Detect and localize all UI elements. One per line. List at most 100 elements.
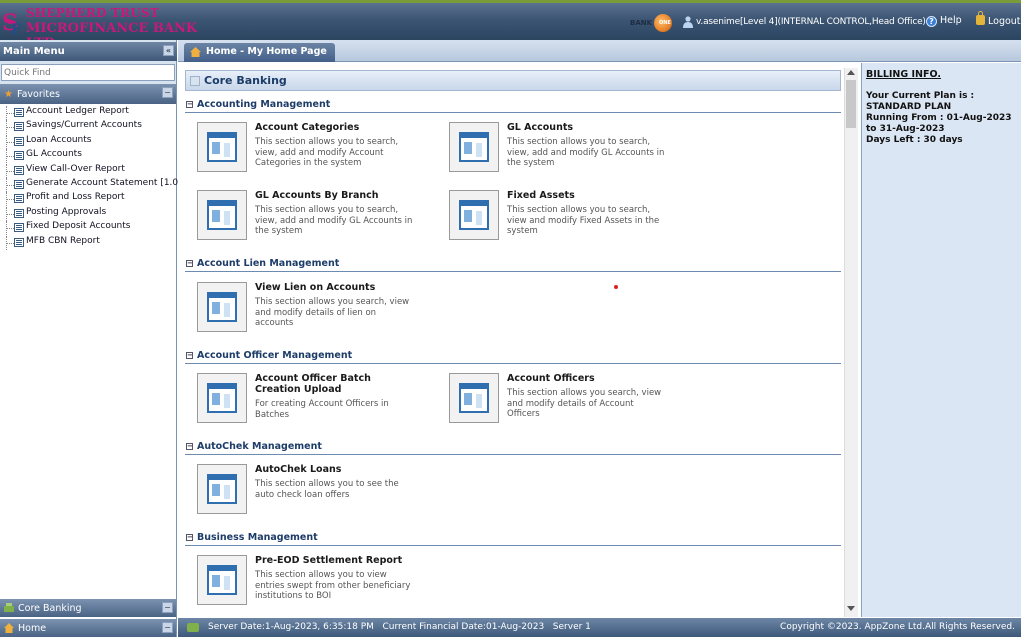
report-icon	[14, 179, 24, 189]
help-button[interactable]: ? Help	[926, 15, 962, 27]
card-view-lien-on-accounts[interactable]: View Lien on Accounts This section allow…	[197, 282, 437, 342]
report-icon	[14, 165, 24, 175]
card-autochek-loans[interactable]: AutoChek Loans This section allows you t…	[197, 464, 437, 524]
card-gl-accounts[interactable]: GL Accounts This section allows you to s…	[449, 122, 689, 182]
card-description: This section allows you to search, view …	[507, 205, 660, 236]
favorite-item[interactable]: Loan Accounts	[4, 134, 176, 149]
card-account-officer-batch-upload[interactable]: Account Officer Batch Creation Upload Fo…	[197, 373, 437, 433]
favorite-item-label: Generate Account Statement [1.0]	[26, 177, 182, 188]
card-title: GL Accounts By Branch	[255, 190, 379, 201]
lock-icon	[976, 11, 985, 25]
favorites-header[interactable]: ★ Favorites −	[0, 84, 176, 104]
favorite-item[interactable]: Account Ledger Report	[4, 106, 176, 120]
quick-find-input[interactable]	[1, 64, 175, 81]
top-bar: S F SHEPHERD TRUST MICROFINANCE BANK LTD…	[0, 0, 1021, 51]
card-pre-eod-settlement-report[interactable]: Pre-EOD Settlement Report This section a…	[197, 555, 437, 615]
sidebar-home[interactable]: Home −	[0, 619, 176, 637]
card-description: This section allows you to search, view,…	[255, 205, 413, 236]
favorite-item[interactable]: MFB CBN Report	[4, 235, 176, 250]
scroll-up-arrow-icon[interactable]	[847, 70, 855, 75]
card-description: For creating Account Officers in Batches	[255, 399, 389, 420]
card-title: GL Accounts	[507, 122, 574, 133]
card-gl-accounts-by-branch[interactable]: GL Accounts By Branch This section allow…	[197, 190, 437, 250]
favorite-item[interactable]: Fixed Deposit Accounts	[4, 221, 176, 236]
expand-home-button[interactable]: −	[162, 622, 173, 633]
favorite-item-label: GL Accounts	[26, 149, 82, 160]
module-icon	[197, 282, 247, 332]
tab-home[interactable]: Home - My Home Page	[184, 43, 335, 62]
scrollbar-thumb[interactable]	[846, 80, 856, 128]
collapse-section-icon: −	[186, 351, 193, 359]
main-scrollbar[interactable]	[844, 68, 858, 617]
collapse-sidebar-button[interactable]: «	[163, 45, 174, 56]
favorites-star-icon: ★	[4, 89, 13, 100]
card-description: This section allows you to see the auto …	[255, 479, 399, 500]
collapse-section-icon: −	[186, 100, 193, 108]
bankone-label: BANK	[630, 19, 653, 27]
favorite-item-label: Posting Approvals	[26, 206, 107, 217]
section-title: Accounting Management	[197, 99, 331, 110]
favorite-item[interactable]: Generate Account Statement [1.0]	[4, 177, 182, 192]
card-title: View Lien on Accounts	[255, 282, 376, 293]
favorites-panel: ★ Favorites − Account Ledger Report Savin…	[0, 84, 182, 637]
module-icon	[197, 373, 247, 423]
core-banking-label: Core Banking	[18, 603, 82, 614]
server-name: Server 1	[552, 622, 591, 632]
collapse-section-icon: −	[186, 442, 193, 450]
card-account-categories[interactable]: Account Categories This section allows y…	[197, 122, 437, 182]
sidebar: Main Menu « ★ Favorites − Account Ledger …	[0, 40, 182, 637]
report-icon	[14, 151, 24, 161]
main-menu-title: Main Menu	[3, 46, 65, 57]
card-fixed-assets[interactable]: Fixed Assets This section allows you to …	[449, 190, 689, 250]
section-autochek-management[interactable]: − AutoChek Management	[185, 439, 841, 455]
help-icon: ?	[926, 16, 937, 27]
card-title: Fixed Assets	[507, 190, 575, 201]
tab-bar: Home - My Home Page	[178, 40, 1021, 62]
favorite-item[interactable]: Profit and Loss Report	[4, 192, 176, 207]
favorite-item-label: MFB CBN Report	[26, 235, 100, 246]
module-icon	[449, 122, 499, 172]
report-icon	[14, 223, 24, 233]
module-icon	[197, 464, 247, 514]
report-icon	[14, 208, 24, 218]
sidebar-core-banking[interactable]: Core Banking −	[0, 599, 176, 617]
favorite-item[interactable]: GL Accounts	[4, 149, 176, 164]
collapse-favorites-button[interactable]: −	[162, 87, 173, 98]
report-icon	[14, 194, 24, 204]
section-title: Account Lien Management	[197, 258, 340, 269]
section-accounting-management[interactable]: − Accounting Management	[185, 97, 841, 113]
card-title: Account Categories	[255, 122, 360, 133]
core-banking-title: Core Banking	[204, 74, 287, 87]
section-title: Business Management	[197, 532, 318, 543]
report-icon	[14, 136, 24, 146]
user-icon	[683, 16, 693, 28]
card-description: This section allows you to view entries …	[255, 570, 411, 601]
logo-line1: SHEPHERD TRUST	[26, 6, 159, 20]
favorite-item[interactable]: Posting Approvals	[4, 206, 176, 221]
server-status-icon	[187, 623, 199, 632]
favorite-item-label: View Call-Over Report	[26, 163, 125, 174]
billing-days-left: Days Left : 30 days	[866, 135, 963, 145]
card-description: This section allows you search, view and…	[507, 388, 662, 419]
bank-logo[interactable]: S F SHEPHERD TRUST MICROFINANCE BANK LTD…	[0, 6, 210, 51]
section-account-officer-management[interactable]: − Account Officer Management	[185, 348, 841, 364]
bankone-one-label: ONE	[659, 20, 671, 26]
scroll-down-arrow-icon[interactable]	[847, 606, 855, 611]
favorites-list: Account Ledger Report Savings/Current Ac…	[0, 104, 182, 250]
report-icon	[14, 108, 24, 117]
favorite-item-label: Loan Accounts	[26, 134, 92, 145]
favorite-item[interactable]: Savings/Current Accounts	[4, 120, 176, 135]
core-banking-header[interactable]: Core Banking	[185, 70, 841, 91]
expand-core-banking-button[interactable]: −	[162, 602, 173, 613]
card-account-officers[interactable]: Account Officers This section allows you…	[449, 373, 689, 433]
svg-text:F: F	[11, 22, 21, 38]
section-account-lien-management[interactable]: − Account Lien Management	[185, 256, 841, 272]
billing-title: BILLING INFO.	[866, 69, 941, 80]
favorite-item[interactable]: View Call-Over Report	[4, 163, 176, 178]
section-business-management[interactable]: − Business Management	[185, 530, 841, 546]
core-banking-icon	[4, 603, 14, 612]
module-icon	[197, 555, 247, 605]
logout-button[interactable]: Logout	[976, 11, 1021, 27]
card-title: Account Officer Batch Creation Upload	[255, 373, 371, 395]
favorites-label: Favorites	[17, 89, 60, 100]
